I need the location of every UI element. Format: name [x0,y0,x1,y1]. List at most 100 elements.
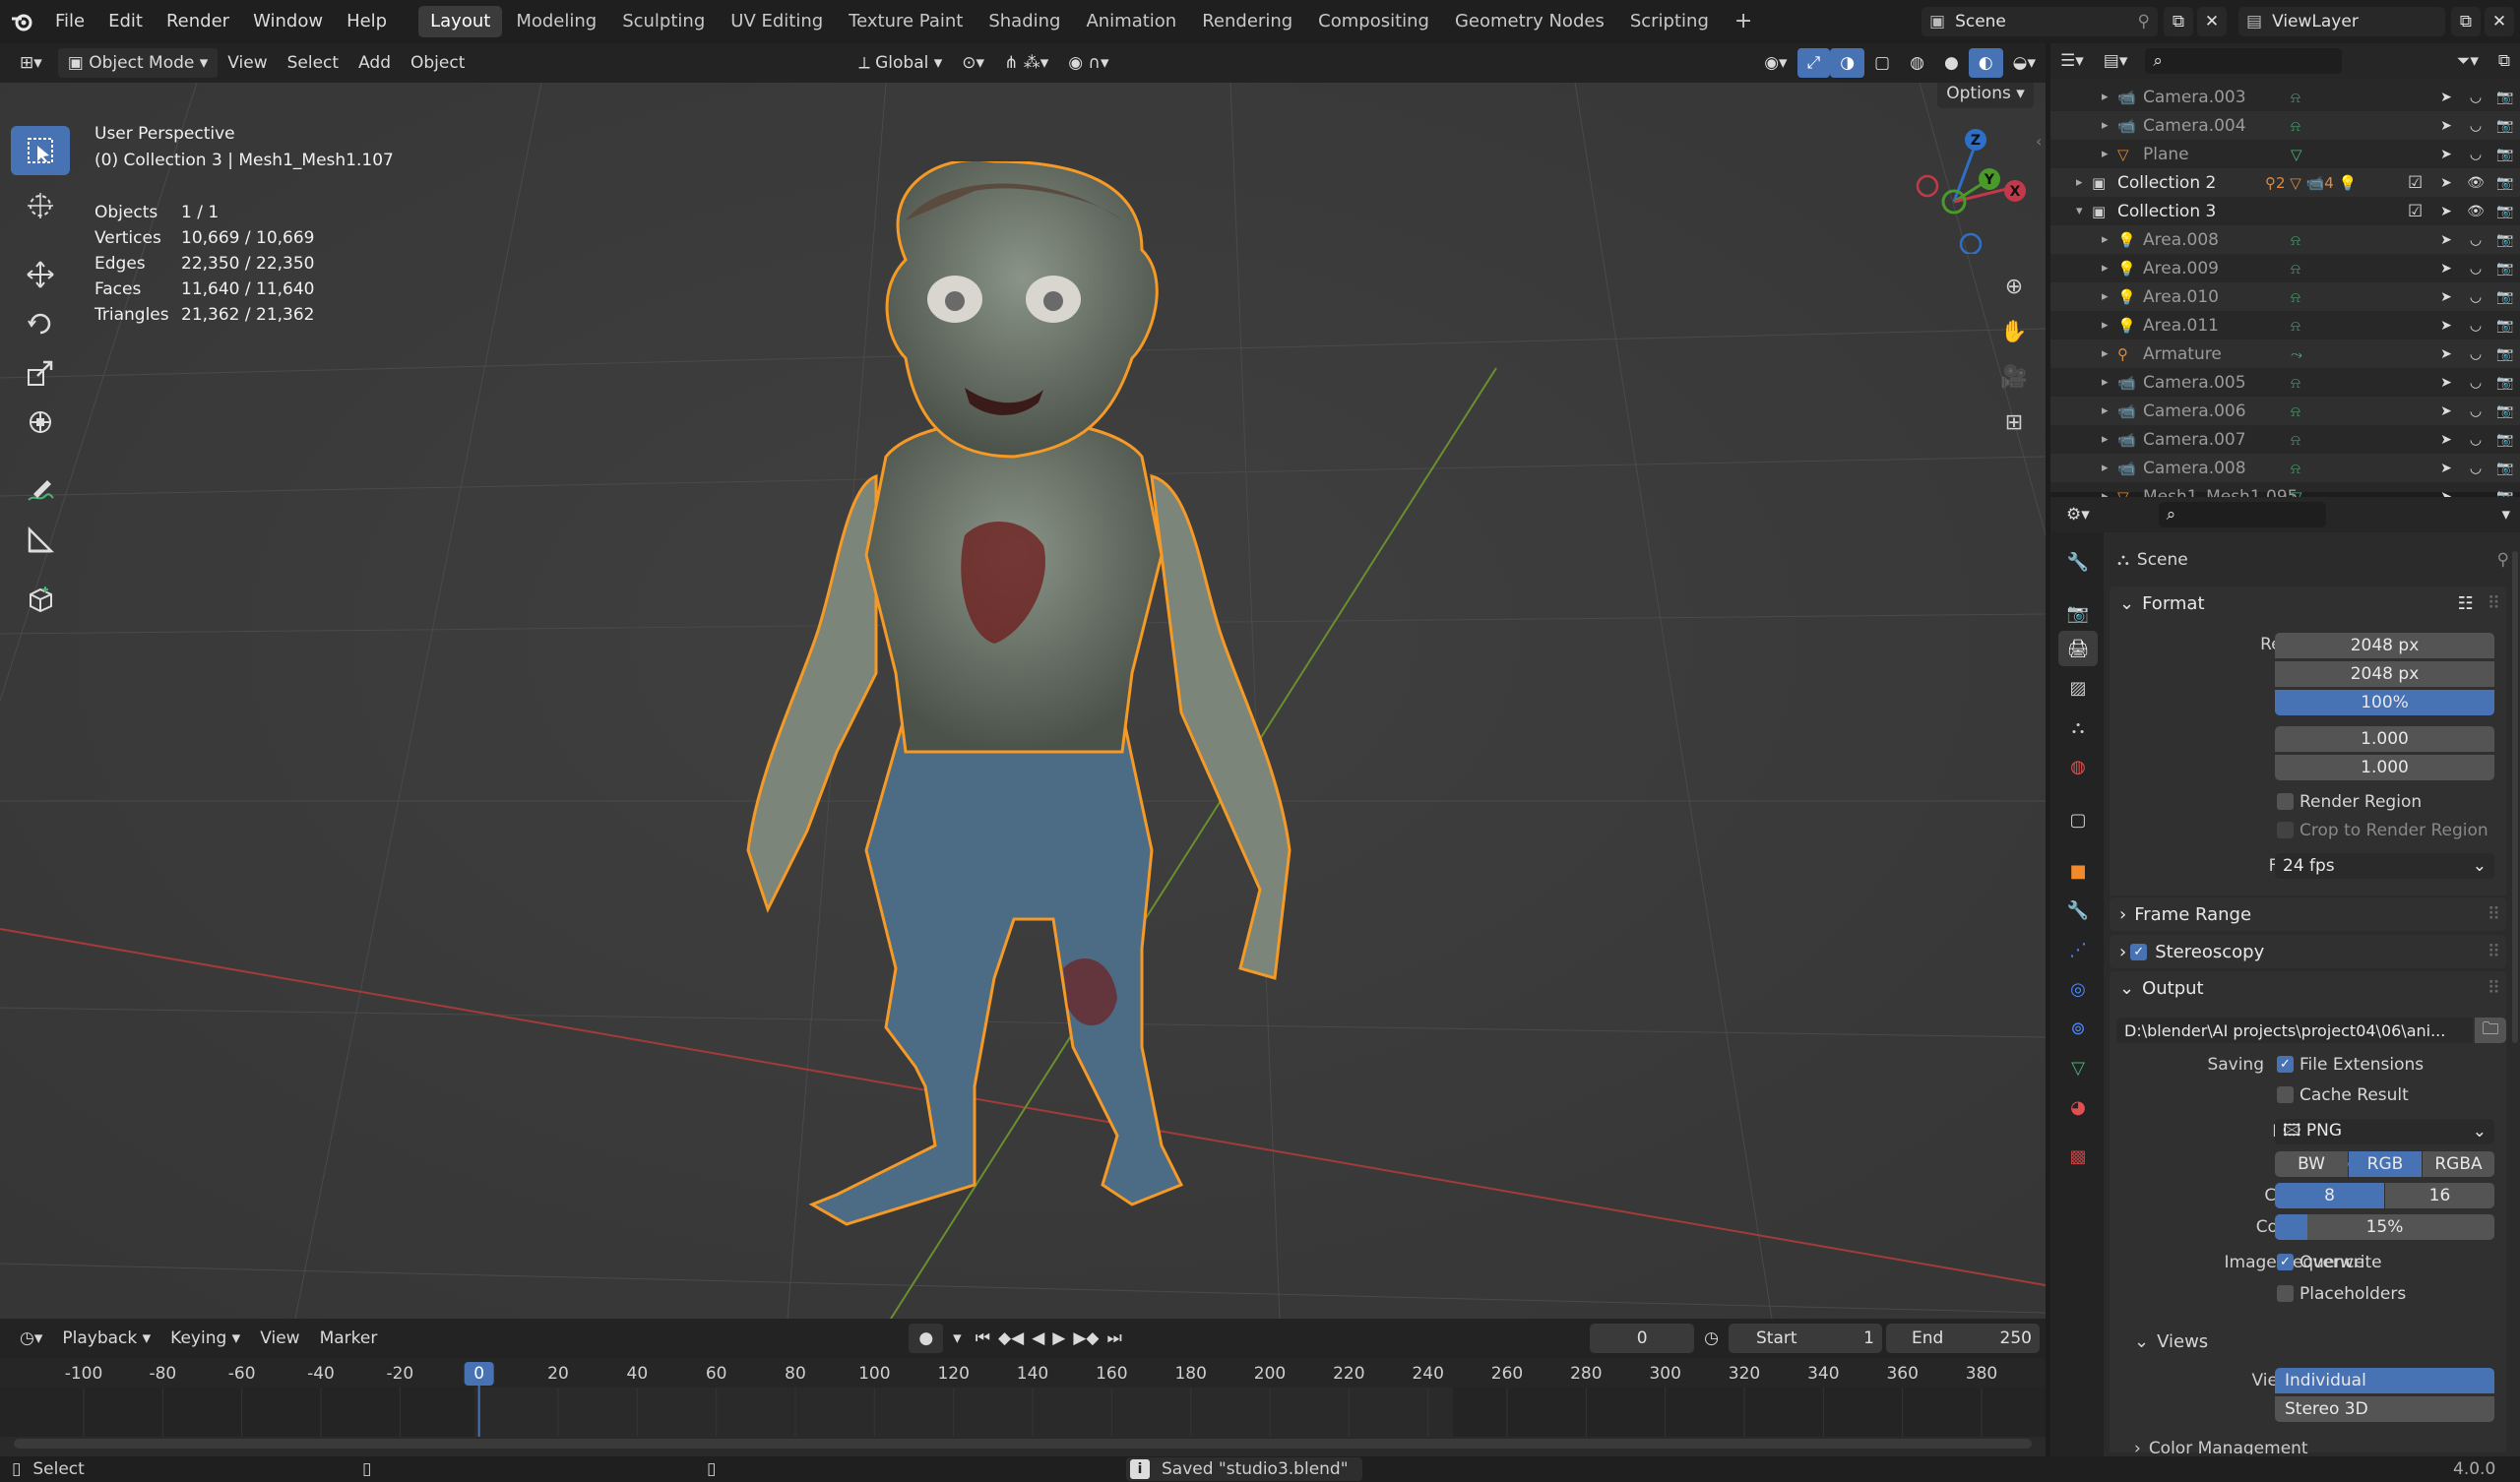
outliner-row[interactable]: ▸ 💡 Area.009 ⍾ ➤ ◡ 📷 [2050,254,2520,282]
visibility-eye-icon[interactable]: ◡ [2461,90,2490,105]
options-dropdown[interactable]: Options ▾ [1937,83,2034,108]
outliner-item-name[interactable]: Area.010 [2143,287,2291,307]
zombie-character-mesh[interactable] [728,161,1299,1283]
select-arrow-icon[interactable]: ➤ [2431,261,2461,277]
editor-type-icon[interactable]: ⊞▾ [10,48,52,78]
visibility-eye-icon[interactable]: ◡ [2461,261,2490,277]
views-subpanel-header[interactable]: ⌄ Views [2126,1327,2500,1356]
outliner-row[interactable]: ▸ 📹 Camera.007 ⍾ ➤ ◡ 📷 [2050,425,2520,454]
expand-right-icon[interactable]: ▸ [2102,261,2117,276]
tab-compositing[interactable]: Compositing [1306,6,1441,37]
preview-range-icon[interactable]: ◷ [1694,1324,1729,1353]
scene-selector[interactable]: ▣ Scene ⚲ [1922,7,2158,36]
outliner-item-name[interactable]: Area.011 [2143,316,2291,336]
outliner-item-name[interactable]: Camera.007 [2143,430,2291,450]
crop-region-checkbox[interactable] [2277,822,2294,838]
folder-browse-icon[interactable]: 🗀 [2475,1018,2506,1043]
visibility-eye-icon[interactable]: ◡ [2461,289,2490,305]
outliner-row[interactable]: ▸ 📹 Camera.008 ⍾ ➤ ◡ 📷 [2050,454,2520,482]
delete-view-layer-button[interactable]: ✕ [2485,7,2514,36]
render-region-checkbox[interactable] [2277,793,2294,810]
tab-animation[interactable]: Animation [1074,6,1188,37]
color-rgba-option[interactable]: RGBA [2423,1151,2494,1177]
world-tab-icon[interactable]: ◍ [2058,749,2098,784]
output-path-input[interactable]: D:\blender\AI projects\project04\06\ani.… [2116,1018,2473,1043]
visibility-eye-icon[interactable]: ◡ [2461,403,2490,419]
views-individual-option[interactable]: Individual [2275,1368,2494,1393]
resolution-percent-slider[interactable]: 100% [2275,690,2494,715]
new-view-layer-button[interactable]: ⧉ [2451,7,2481,36]
render-camera-icon[interactable]: 📷 [2490,461,2520,476]
expand-right-icon[interactable]: ▸ [2102,403,2117,418]
drag-handle-icon[interactable]: ⠿ [2488,978,2500,999]
expand-right-icon[interactable]: ▸ [2102,346,2117,361]
scale-tool-icon[interactable] [11,348,70,398]
visibility-eye-icon[interactable]: ◡ [2461,346,2490,362]
placeholders-checkbox[interactable] [2277,1285,2294,1302]
view-layer-tab-icon[interactable]: ▨ [2058,670,2098,706]
timeline-view-menu[interactable]: View [250,1324,309,1353]
outliner-item-name[interactable]: Camera.004 [2143,116,2291,136]
render-camera-icon[interactable]: 📷 [2490,90,2520,105]
menu-object[interactable]: Object [401,48,474,78]
measure-tool-icon[interactable] [11,516,70,565]
shading-wireframe-icon[interactable]: ◍ [1900,48,1934,78]
object-tab-icon[interactable]: ■ [2058,853,2098,889]
outliner-row[interactable]: ▸ 💡 Area.010 ⍾ ➤ ◡ 📷 [2050,282,2520,311]
modifier-tab-icon[interactable]: 🔧 [2058,893,2098,928]
visibility-icon[interactable]: ◉▾ [1754,48,1796,78]
jump-start-icon[interactable]: ⏮ [972,1324,994,1353]
tab-modeling[interactable]: Modeling [504,6,608,37]
color-depth-8-option[interactable]: 8 [2275,1183,2384,1208]
menu-select[interactable]: Select [278,48,348,78]
outliner-item-name[interactable]: Camera.005 [2143,373,2291,393]
zoom-icon[interactable]: ⊕ [1993,266,2035,307]
visibility-eye-icon[interactable]: 👁 [2461,175,2490,191]
render-camera-icon[interactable]: 📷 [2490,175,2520,191]
camera-view-icon[interactable]: 🎥 [1993,356,2035,398]
select-box-tool-icon[interactable] [11,126,70,175]
outliner-search-input[interactable]: ⌕ [2145,48,2343,74]
visibility-eye-icon[interactable]: ◡ [2461,318,2490,334]
timeline-ruler[interactable]: -100 -80 -60 -40 -20 0 20 40 60 80 100 120 140 160 180… [0,1358,2046,1456]
pin-icon[interactable]: ⚲ [2138,12,2150,31]
menu-file[interactable]: File [43,0,96,43]
next-keyframe-icon[interactable]: ▶◆ [1069,1324,1102,1353]
xray-icon[interactable]: ▢ [1864,48,1900,78]
mode-dropdown[interactable]: ▣ Object Mode ▾ [57,48,219,78]
frame-rate-dropdown[interactable]: 24 fps ⌄ [2275,853,2494,879]
expand-down-icon[interactable]: ▾ [2076,204,2092,218]
drag-handle-icon[interactable]: ⠿ [2488,904,2500,925]
outliner-row[interactable]: ▸ 📹 Camera.004 ⍾ ➤ ◡ 📷 [2050,111,2520,140]
snap-icon[interactable]: ⋔ ⁂▾ [994,48,1058,78]
properties-editor-type-icon[interactable]: ⚙▾ [2056,500,2100,529]
visibility-eye-icon[interactable]: ◡ [2461,147,2490,162]
tab-shading[interactable]: Shading [976,6,1072,37]
transform-tool-icon[interactable] [11,398,70,447]
outliner-item-name[interactable]: Camera.003 [2143,88,2291,107]
properties-options-icon[interactable]: ▾ [2491,500,2520,529]
add-cube-tool-icon[interactable] [11,575,70,624]
prev-keyframe-icon[interactable]: ◆◀ [994,1324,1028,1353]
tab-scripting[interactable]: Scripting [1618,6,1721,37]
render-camera-icon[interactable]: 📷 [2490,346,2520,362]
keyframe-dropdown-icon[interactable]: ▾ [943,1324,972,1353]
marker-menu[interactable]: Marker [310,1324,388,1353]
visibility-eye-icon[interactable]: ◡ [2461,432,2490,448]
file-extensions-checkbox[interactable]: ✓ [2277,1056,2294,1073]
menu-view[interactable]: View [218,48,277,78]
current-frame-field[interactable]: 0 [1590,1324,1695,1353]
sidebar-toggle-icon[interactable]: ‹ [2036,132,2042,151]
material-tab-icon[interactable]: ◕ [2058,1089,2098,1125]
outliner-row[interactable]: ▸ 📹 Camera.005 ⍾ ➤ ◡ 📷 [2050,368,2520,397]
color-management-subpanel-header[interactable]: › Color Management [2126,1439,2500,1454]
stereoscopy-checkbox[interactable]: ✓ [2130,943,2148,960]
expand-right-icon[interactable]: ▸ [2102,232,2117,247]
presets-list-icon[interactable]: ☷ [2458,593,2474,614]
select-arrow-icon[interactable]: ➤ [2431,289,2461,305]
menu-render[interactable]: Render [155,0,241,43]
render-camera-icon[interactable]: 📷 [2490,261,2520,277]
expand-right-icon[interactable]: ▸ [2102,318,2117,333]
outliner-item-name[interactable]: Plane [2143,145,2291,164]
outliner-row[interactable]: ▾ ▣ Collection 3 ☑ ➤ 👁 📷 [2050,197,2520,225]
